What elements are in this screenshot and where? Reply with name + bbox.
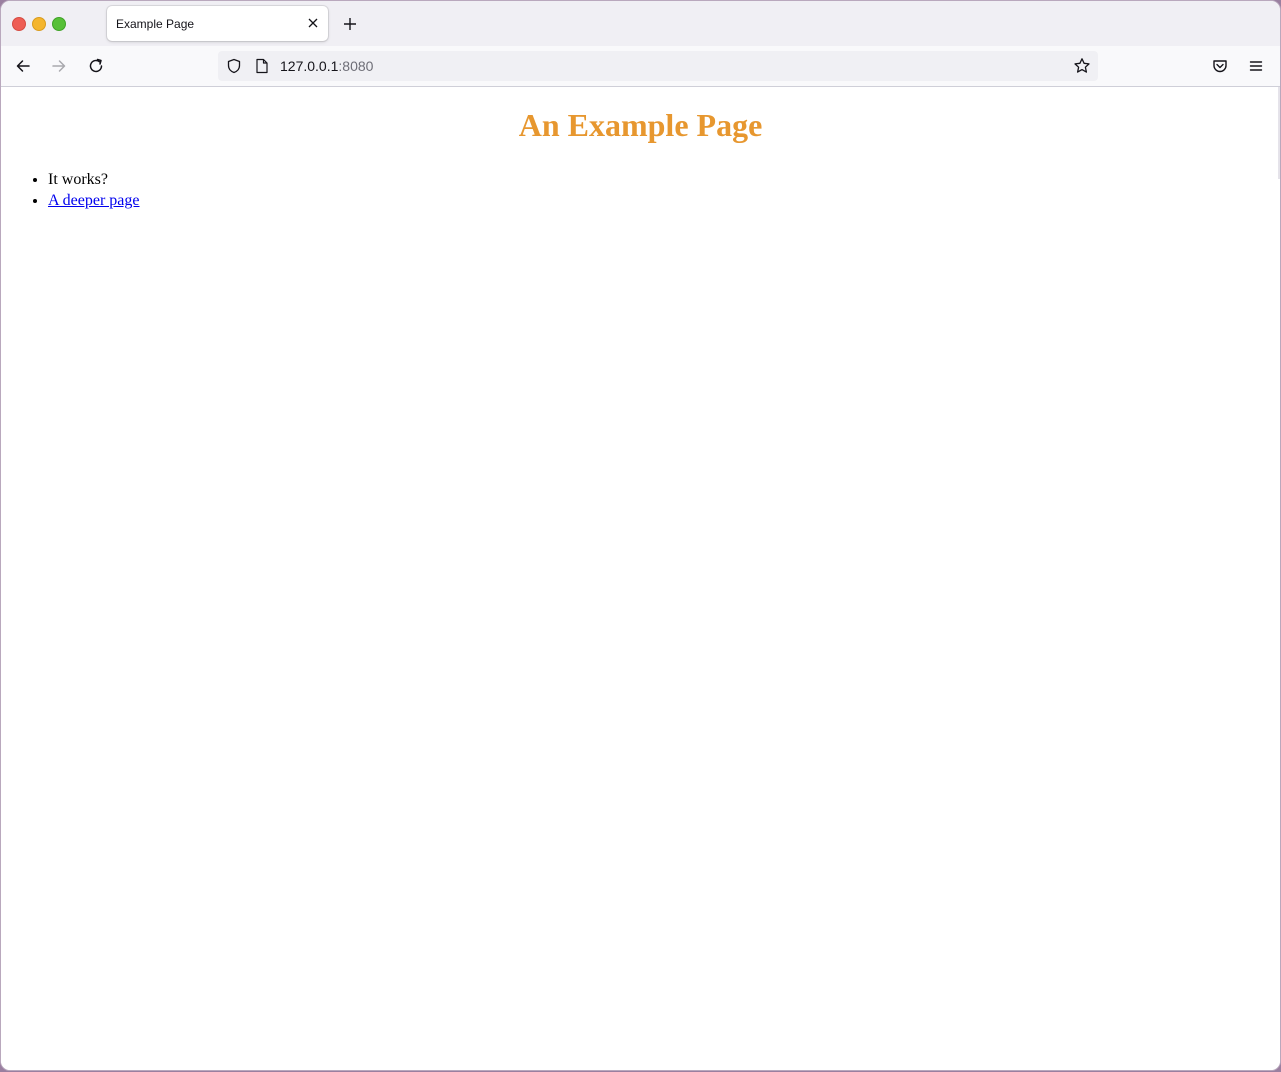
hamburger-menu-icon[interactable] — [1242, 52, 1270, 80]
window-minimize-button[interactable] — [32, 17, 46, 31]
tab-bar: Example Page — [1, 1, 1280, 46]
url-host: 127.0.0.1 — [280, 58, 339, 74]
url-bar[interactable]: 127.0.0.1:8080 — [218, 51, 1098, 81]
list-item: A deeper page — [48, 190, 140, 211]
list-item: It works? — [48, 169, 140, 190]
url-text[interactable]: 127.0.0.1:8080 — [280, 58, 373, 74]
forward-arrow-icon[interactable] — [45, 52, 73, 80]
navigation-toolbar: 127.0.0.1:8080 — [1, 46, 1280, 87]
deeper-page-link[interactable]: A deeper page — [48, 192, 140, 209]
browser-window: Example Page 127.0.0.1:8080 An Example P… — [0, 0, 1281, 1071]
window-close-button[interactable] — [12, 17, 26, 31]
page-icon[interactable] — [254, 58, 270, 74]
plus-icon[interactable] — [339, 13, 361, 35]
page-content: An Example Page It works? A deeper page — [1, 87, 1280, 1070]
url-port: :8080 — [338, 58, 374, 74]
back-arrow-icon[interactable] — [9, 52, 37, 80]
close-icon[interactable] — [304, 14, 322, 32]
scrollbar[interactable] — [1278, 87, 1280, 179]
item-list: It works? A deeper page — [1, 169, 140, 211]
tab-title: Example Page — [116, 17, 195, 31]
page-title: An Example Page — [518, 107, 763, 143]
tab-example-page[interactable]: Example Page — [107, 6, 328, 41]
list-item-text: It works? — [48, 171, 108, 188]
window-maximize-button[interactable] — [52, 17, 66, 31]
shield-icon[interactable] — [225, 57, 243, 75]
pocket-icon[interactable] — [1206, 52, 1234, 80]
reload-icon[interactable] — [82, 52, 110, 80]
star-icon[interactable] — [1072, 56, 1092, 76]
